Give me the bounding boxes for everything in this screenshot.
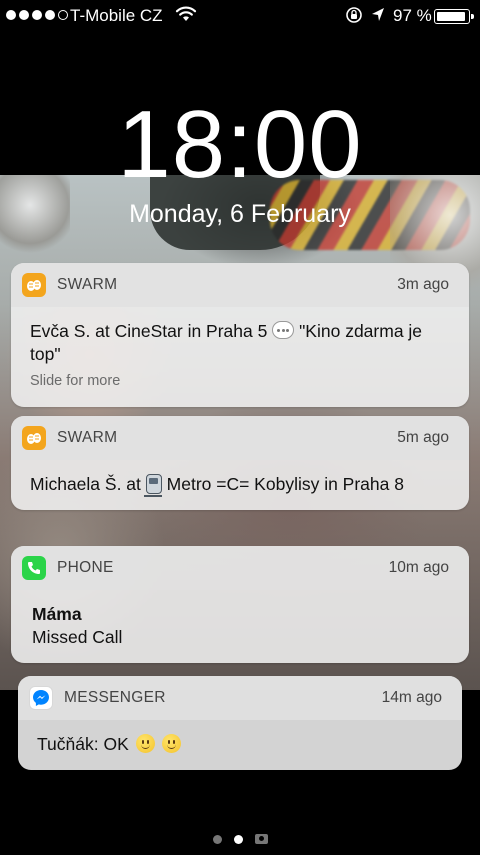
notification-body: Michaela Š. at Metro =C= Kobylisy in Pra… — [11, 460, 469, 510]
status-bar: T-Mobile CZ 97 % — [0, 0, 480, 34]
notification-app-name: SWARM — [57, 276, 118, 293]
battery-nub — [471, 14, 474, 19]
camera-icon[interactable] — [254, 834, 268, 844]
notification-time: 3m ago — [397, 276, 449, 293]
notification-app-name: SWARM — [57, 429, 118, 446]
signal-dot — [58, 10, 68, 20]
metro-train-icon — [143, 474, 162, 497]
slide-for-more-hint: Slide for more — [30, 373, 121, 389]
notification-text: Metro =C= Kobylisy in Praha 8 — [166, 474, 404, 494]
notification-text: Missed Call — [32, 627, 123, 647]
notification-text: Tučňák: OK — [37, 734, 129, 754]
notification-phone[interactable]: PHONE 10m ago Máma Missed Call — [11, 546, 469, 663]
rotation-lock-icon — [345, 6, 363, 29]
notification-text: Michaela Š. at — [30, 474, 141, 494]
battery-percentage: 97 % — [393, 6, 432, 25]
smiley-emoji-icon — [135, 734, 155, 753]
swarm-icon — [22, 273, 46, 297]
speech-bubble-icon — [272, 321, 295, 339]
notification-swarm-2[interactable]: SWARM 5m ago Michaela Š. at Metro =C= Ko… — [11, 416, 469, 510]
notification-time: 10m ago — [388, 559, 449, 576]
notification-messenger[interactable]: MESSENGER 14m ago Tučňák: OK — [18, 676, 462, 770]
swarm-icon — [22, 426, 46, 450]
notification-header: SWARM 5m ago — [11, 416, 469, 460]
notification-body: Máma Missed Call — [11, 590, 469, 663]
notification-body: Evča S. at CineStar in Praha 5 "Kino zda… — [11, 307, 469, 407]
page-dot-current — [233, 834, 243, 844]
page-dot-widgets — [212, 834, 222, 844]
wifi-icon — [175, 5, 197, 28]
battery-icon — [434, 9, 474, 24]
notification-time: 5m ago — [397, 429, 449, 446]
notification-header: MESSENGER 14m ago — [18, 676, 462, 720]
notification-swarm-1[interactable]: SWARM 3m ago Evča S. at CineStar in Prah… — [11, 263, 469, 407]
phone-icon — [22, 556, 46, 580]
notification-app-name: PHONE — [57, 559, 114, 576]
clock-date: Monday, 6 February — [129, 200, 351, 228]
notification-text: Evča S. at CineStar in Praha 5 — [30, 321, 268, 341]
notification-sender: Máma — [32, 604, 82, 624]
page-indicator[interactable] — [0, 834, 480, 844]
location-arrow-icon — [370, 6, 386, 29]
notification-header: SWARM 3m ago — [11, 263, 469, 307]
signal-dot — [32, 10, 42, 20]
messenger-icon — [29, 686, 53, 710]
notification-time: 14m ago — [381, 689, 442, 706]
smiley-emoji-icon — [161, 734, 181, 753]
signal-dot — [19, 10, 29, 20]
clock-time: 18:00 — [117, 91, 363, 198]
notification-app-name: MESSENGER — [64, 689, 166, 706]
signal-dot — [6, 10, 16, 20]
signal-strength-icon — [6, 10, 68, 20]
carrier-name: T-Mobile CZ — [70, 6, 163, 25]
notification-header: PHONE 10m ago — [11, 546, 469, 590]
battery-fill — [437, 12, 466, 21]
notification-body: Tučňák: OK — [18, 720, 462, 770]
signal-dot — [45, 10, 55, 20]
